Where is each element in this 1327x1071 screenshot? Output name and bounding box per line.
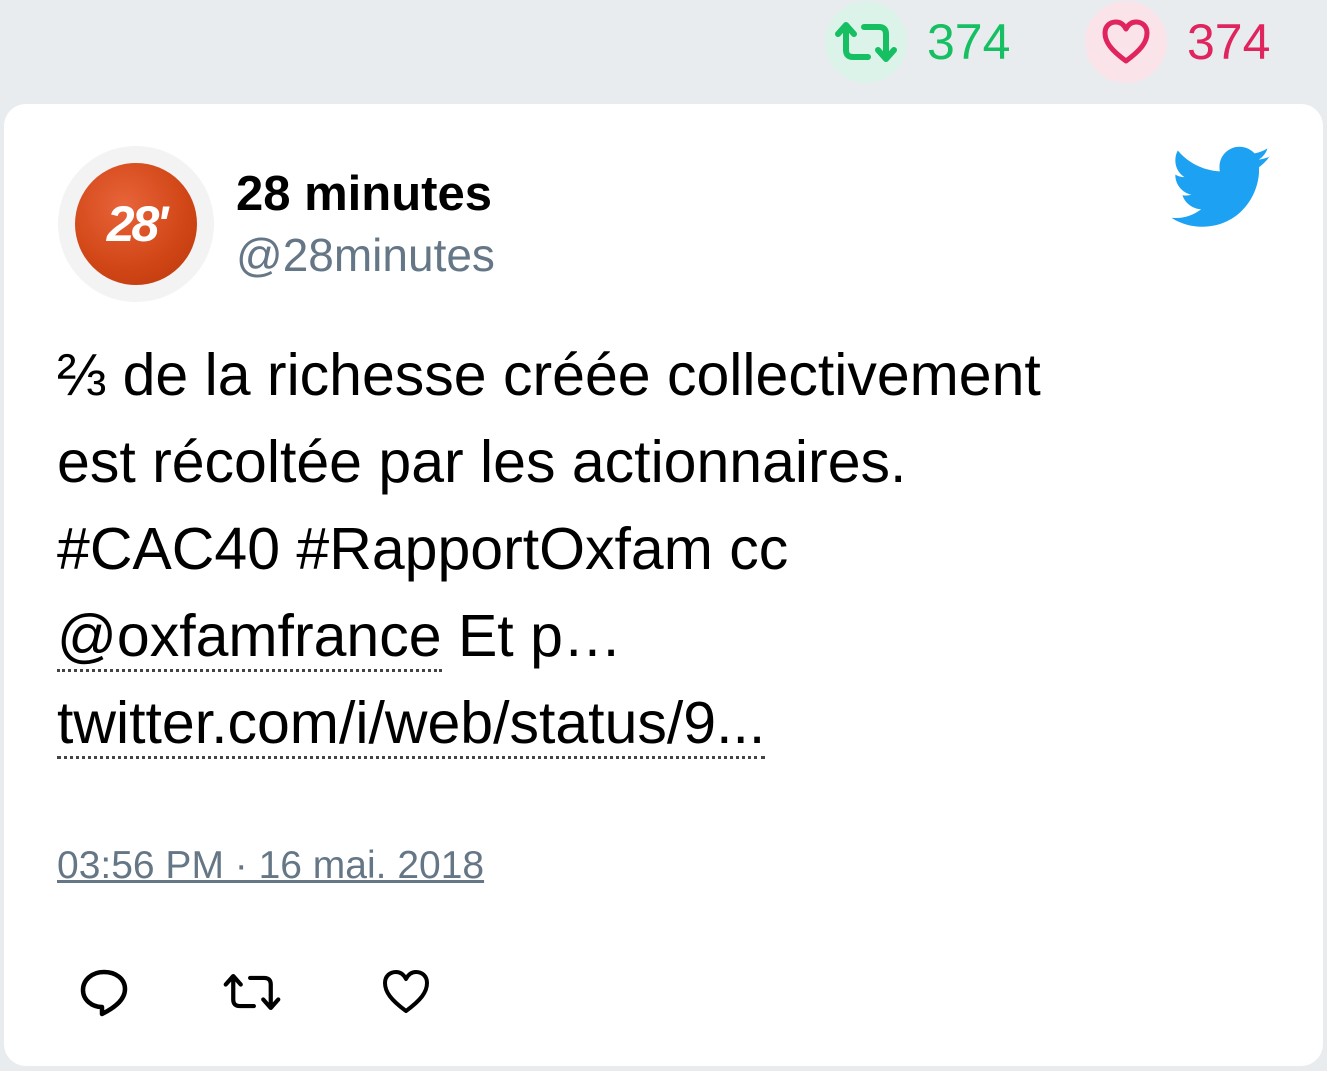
author-handle[interactable]: @28minutes [236, 228, 495, 282]
mention-link[interactable]: @oxfamfrance [57, 603, 442, 672]
retweet-icon[interactable] [825, 1, 907, 83]
heart-icon [383, 970, 429, 1013]
tweet-text: ⅔ de la richesse créée collectivement es… [57, 332, 1257, 767]
author-name[interactable]: 28 minutes [236, 166, 492, 222]
avatar[interactable]: 28' [58, 146, 214, 302]
retweet-button[interactable] [222, 962, 282, 1022]
reply-button[interactable] [74, 962, 134, 1022]
like-count: 374 [1187, 14, 1271, 70]
retweet-stat[interactable]: 374 [825, 1, 1011, 83]
heart-icon[interactable] [1085, 1, 1167, 83]
status-link[interactable]: twitter.com/i/web/status/9... [57, 690, 766, 759]
twitter-bird-icon[interactable] [1171, 146, 1272, 230]
like-stat[interactable]: 374 [1085, 1, 1271, 83]
tweet-line: @oxfamfrance Et p… [57, 593, 1257, 680]
retweet-count: 374 [927, 14, 1011, 70]
tweet-line: ⅔ de la richesse créée collectivement [57, 342, 1041, 408]
tweet-line: est récoltée par les actionnaires. [57, 429, 907, 495]
retweet-icon [223, 973, 281, 1011]
tweet-line-rest: Et p… [441, 603, 622, 669]
reply-icon [80, 969, 128, 1017]
tweet-line: twitter.com/i/web/status/9... [57, 680, 1257, 767]
tweet-timestamp[interactable]: 03:56 PM · 16 mai. 2018 [57, 844, 484, 888]
like-button[interactable] [376, 962, 436, 1022]
tweet-card: 28' 28 minutes @28minutes ⅔ de la riches… [4, 104, 1323, 1066]
avatar-logo: 28' [75, 163, 197, 285]
tweet-line: #CAC40 #RapportOxfam cc [57, 516, 789, 582]
engagement-bar: 374 374 [0, 0, 1327, 100]
